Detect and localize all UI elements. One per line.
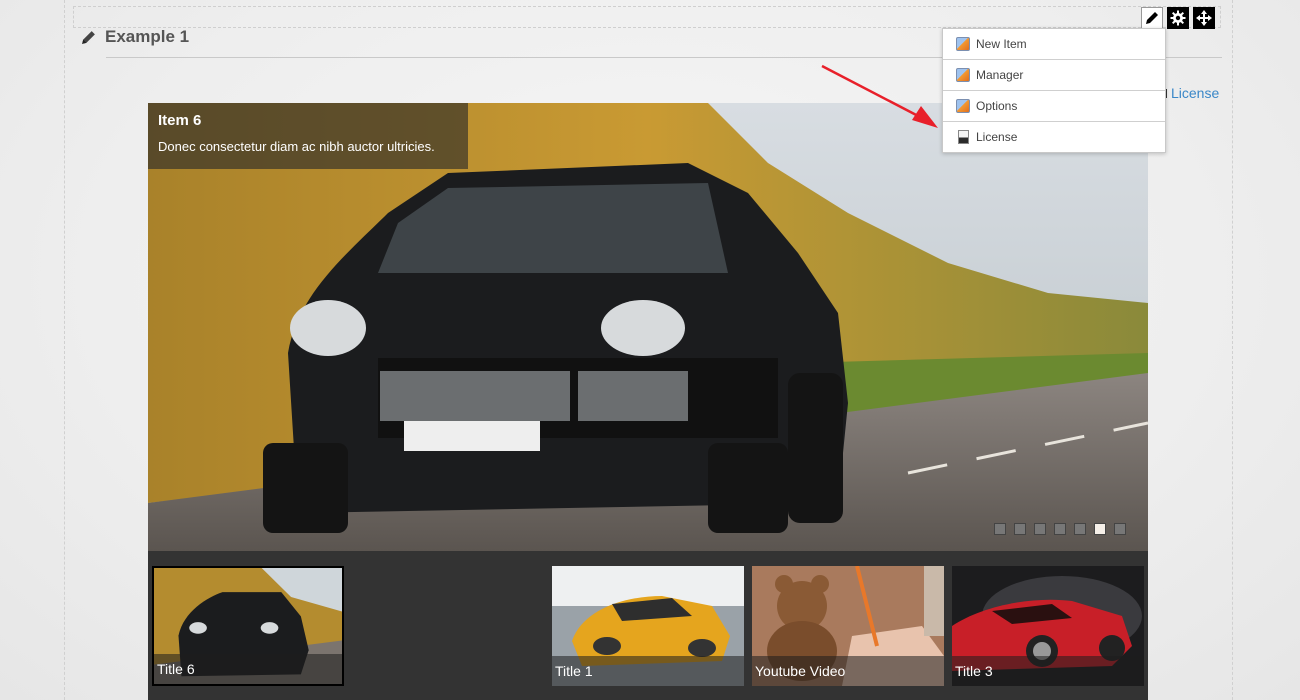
slider-bullets xyxy=(994,523,1126,535)
app-icon xyxy=(956,68,970,82)
slider-bullet[interactable] xyxy=(994,523,1006,535)
menu-item-label: Manager xyxy=(976,68,1024,82)
license-link-label: License xyxy=(1171,85,1220,101)
slider-bullet[interactable] xyxy=(1114,523,1126,535)
thumbnail-label: Title 6 xyxy=(154,654,342,684)
page-frame-left xyxy=(64,0,65,700)
thumbnail-title-3[interactable]: Title 3 xyxy=(952,566,1144,686)
module-title: Example 1 xyxy=(105,27,190,46)
settings-button[interactable] xyxy=(1167,7,1189,29)
module-outline xyxy=(73,6,1221,28)
image-slider[interactable]: Item 6 Donec consectetur diam ac nibh au… xyxy=(148,103,1148,551)
thumbnail-title-1[interactable]: Title 1 xyxy=(552,566,744,686)
move-arrows-icon xyxy=(1196,10,1212,26)
pencil-icon xyxy=(1146,12,1158,24)
thumbnail-title-6[interactable]: Title 6 xyxy=(152,566,344,686)
menu-item-license[interactable]: License xyxy=(943,121,1165,152)
menu-item-label: Options xyxy=(976,99,1018,113)
slide-caption-title: Item 6 xyxy=(158,112,202,129)
slider-bullet-active[interactable] xyxy=(1094,523,1106,535)
license-link[interactable]: License xyxy=(1158,85,1219,101)
slide-image-car xyxy=(148,103,1148,551)
slider-bullet[interactable] xyxy=(1054,523,1066,535)
page-frame-right xyxy=(1232,0,1233,700)
menu-item-manager[interactable]: Manager xyxy=(943,59,1165,90)
slider-bullet[interactable] xyxy=(1014,523,1026,535)
move-button[interactable] xyxy=(1193,7,1215,29)
thumbnail-label: Youtube Video xyxy=(752,656,944,686)
slide-caption-text: Donec consectetur diam ac nibh auctor ul… xyxy=(158,139,435,154)
slider-bullet[interactable] xyxy=(1034,523,1046,535)
menu-item-label: New Item xyxy=(976,37,1027,51)
slide-caption: Item 6 Donec consectetur diam ac nibh au… xyxy=(148,103,468,169)
menu-item-options[interactable]: Options xyxy=(943,90,1165,121)
gear-icon xyxy=(1170,10,1186,26)
license-icon xyxy=(958,130,969,144)
menu-item-label: License xyxy=(976,130,1018,144)
thumbnail-label: Title 1 xyxy=(552,656,744,686)
module-dropdown-menu: New Item Manager Options License xyxy=(942,28,1166,153)
module-header: Example 1 xyxy=(80,27,189,47)
slider-bullet[interactable] xyxy=(1074,523,1086,535)
app-icon xyxy=(956,37,970,51)
thumbnail-strip: Title 6 Title 1 Youtube Video Title 3 xyxy=(148,551,1148,700)
menu-item-new-item[interactable]: New Item xyxy=(943,29,1165,59)
thumbnail-youtube-video[interactable]: Youtube Video xyxy=(752,566,944,686)
pencil-icon xyxy=(82,30,95,44)
thumbnail-label: Title 3 xyxy=(952,656,1144,686)
edit-button[interactable] xyxy=(1141,7,1163,29)
module-toolbar xyxy=(1141,7,1215,29)
app-icon xyxy=(956,99,970,113)
